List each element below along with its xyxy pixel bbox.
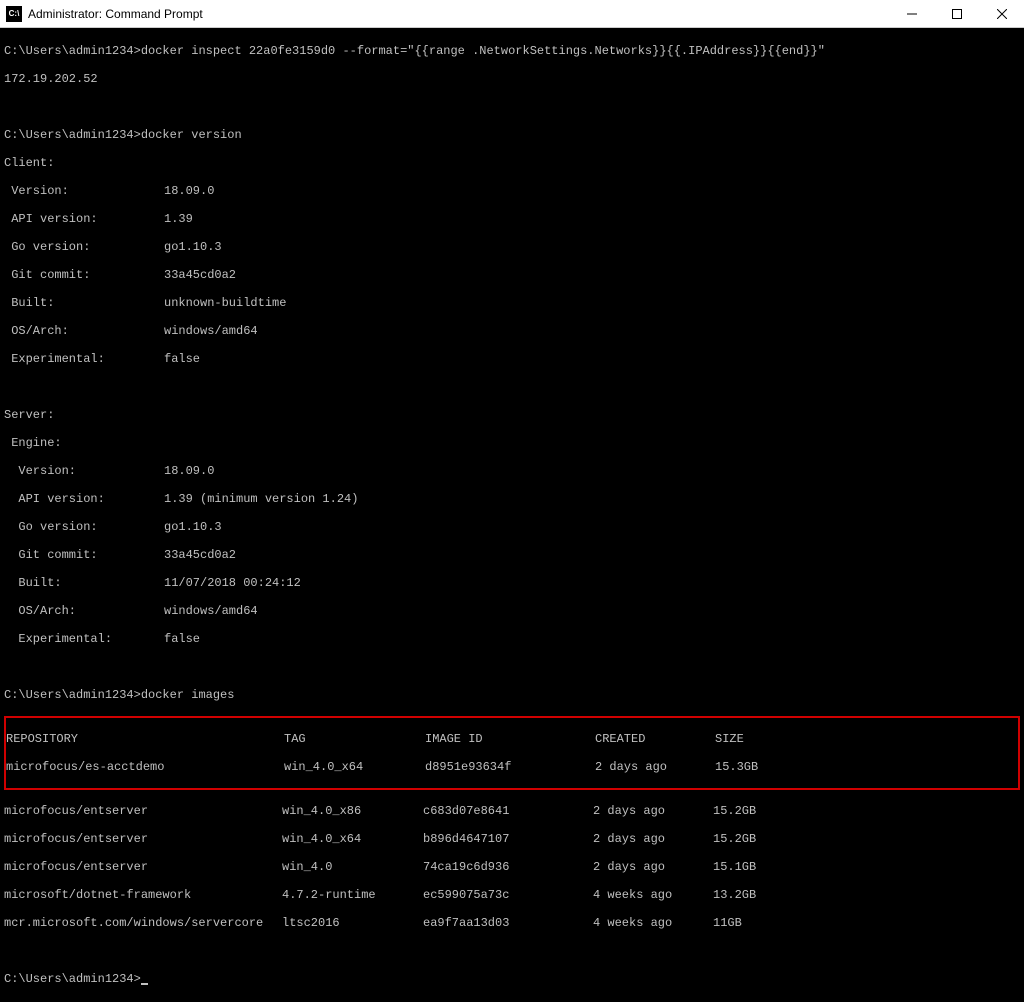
cell: 4 weeks ago — [593, 888, 713, 902]
table-row: mcr.microsoft.com/windows/servercoreltsc… — [4, 916, 1020, 930]
cell: 2 days ago — [593, 804, 713, 818]
col-header: REPOSITORY — [6, 732, 284, 746]
cmd-icon: C:\ — [6, 6, 22, 22]
table-row: microsoft/dotnet-framework4.7.2-runtimee… — [4, 888, 1020, 902]
kv-value: 18.09.0 — [164, 184, 214, 198]
cell: 2 days ago — [593, 860, 713, 874]
kv-key: Built: — [4, 296, 164, 310]
kv-value: 33a45cd0a2 — [164, 268, 236, 282]
col-header: IMAGE ID — [425, 732, 595, 746]
kv-value: go1.10.3 — [164, 240, 222, 254]
command-text: docker images — [141, 688, 235, 702]
cell: microsoft/dotnet-framework — [4, 888, 282, 902]
kv-value: 1.39 (minimum version 1.24) — [164, 492, 358, 506]
kv-key: Git commit: — [4, 548, 164, 562]
kv-key: Go version: — [4, 520, 164, 534]
cell: c683d07e8641 — [423, 804, 593, 818]
kv-key: OS/Arch: — [4, 604, 164, 618]
col-header: SIZE — [715, 732, 744, 746]
cell: 15.2GB — [713, 832, 756, 846]
table-row: microfocus/entserverwin_4.0_x86c683d07e8… — [4, 804, 1020, 818]
cell: ltsc2016 — [282, 916, 423, 930]
cell: microfocus/es-acctdemo — [6, 760, 284, 774]
kv-value: windows/amd64 — [164, 604, 258, 618]
highlight-box: REPOSITORYTAGIMAGE IDCREATEDSIZE microfo… — [4, 716, 1020, 790]
col-header: CREATED — [595, 732, 715, 746]
table-row: microfocus/entserverwin_4.0_x64b896d4647… — [4, 832, 1020, 846]
cell: 13.2GB — [713, 888, 756, 902]
col-header: TAG — [284, 732, 425, 746]
kv-value: go1.10.3 — [164, 520, 222, 534]
kv-value: 1.39 — [164, 212, 193, 226]
cell: 15.1GB — [713, 860, 756, 874]
kv-key: API version: — [4, 212, 164, 226]
kv-key: API version: — [4, 492, 164, 506]
kv-value: 18.09.0 — [164, 464, 214, 478]
kv-value: windows/amd64 — [164, 324, 258, 338]
cell: win_4.0_x86 — [282, 804, 423, 818]
cell: 2 days ago — [593, 832, 713, 846]
kv-key: OS/Arch: — [4, 324, 164, 338]
kv-key: Version: — [4, 464, 164, 478]
minimize-icon — [907, 9, 917, 19]
terminal-output[interactable]: C:\Users\admin1234>docker inspect 22a0fe… — [0, 28, 1024, 1002]
kv-key: Built: — [4, 576, 164, 590]
cell: 15.2GB — [713, 804, 756, 818]
kv-value: unknown-buildtime — [164, 296, 286, 310]
prompt: C:\Users\admin1234> — [4, 44, 141, 58]
table-header: REPOSITORYTAGIMAGE IDCREATEDSIZE — [6, 732, 1018, 746]
cell: 4.7.2-runtime — [282, 888, 423, 902]
cell: win_4.0_x64 — [282, 832, 423, 846]
kv-key: Git commit: — [4, 268, 164, 282]
section-header: Server: — [4, 408, 1020, 422]
table-row: microfocus/entserverwin_4.074ca19c6d9362… — [4, 860, 1020, 874]
cell: win_4.0 — [282, 860, 423, 874]
kv-key: Go version: — [4, 240, 164, 254]
cell: d8951e93634f — [425, 760, 595, 774]
cell: 4 weeks ago — [593, 916, 713, 930]
prompt: C:\Users\admin1234> — [4, 128, 141, 142]
kv-value: false — [164, 632, 200, 646]
cell: microfocus/entserver — [4, 860, 282, 874]
kv-key: Experimental: — [4, 352, 164, 366]
window-title: Administrator: Command Prompt — [28, 7, 889, 21]
cell: microfocus/entserver — [4, 804, 282, 818]
cell: 2 days ago — [595, 760, 715, 774]
kv-value: 33a45cd0a2 — [164, 548, 236, 562]
command-text: docker inspect 22a0fe3159d0 --format="{{… — [141, 44, 825, 58]
kv-value: false — [164, 352, 200, 366]
prompt: C:\Users\admin1234> — [4, 688, 141, 702]
cell: ec599075a73c — [423, 888, 593, 902]
section-header: Client: — [4, 156, 1020, 170]
output-line: 172.19.202.52 — [4, 72, 1020, 86]
window-controls — [889, 0, 1024, 27]
cell: mcr.microsoft.com/windows/servercore — [4, 916, 282, 930]
cell: win_4.0_x64 — [284, 760, 425, 774]
kv-key: Experimental: — [4, 632, 164, 646]
cursor — [141, 983, 148, 985]
cell: microfocus/entserver — [4, 832, 282, 846]
cell: 15.3GB — [715, 760, 758, 774]
cell: 74ca19c6d936 — [423, 860, 593, 874]
kv-value: 11/07/2018 00:24:12 — [164, 576, 301, 590]
close-button[interactable] — [979, 0, 1024, 27]
prompt: C:\Users\admin1234> — [4, 972, 141, 986]
minimize-button[interactable] — [889, 0, 934, 27]
kv-key: Version: — [4, 184, 164, 198]
command-text: docker version — [141, 128, 242, 142]
table-row: microfocus/es-acctdemowin_4.0_x64d8951e9… — [6, 760, 1018, 774]
maximize-button[interactable] — [934, 0, 979, 27]
cell: ea9f7aa13d03 — [423, 916, 593, 930]
titlebar: C:\ Administrator: Command Prompt — [0, 0, 1024, 28]
section-header: Engine: — [4, 436, 1020, 450]
cell: b896d4647107 — [423, 832, 593, 846]
maximize-icon — [952, 9, 962, 19]
cell: 11GB — [713, 916, 742, 930]
close-icon — [997, 9, 1007, 19]
